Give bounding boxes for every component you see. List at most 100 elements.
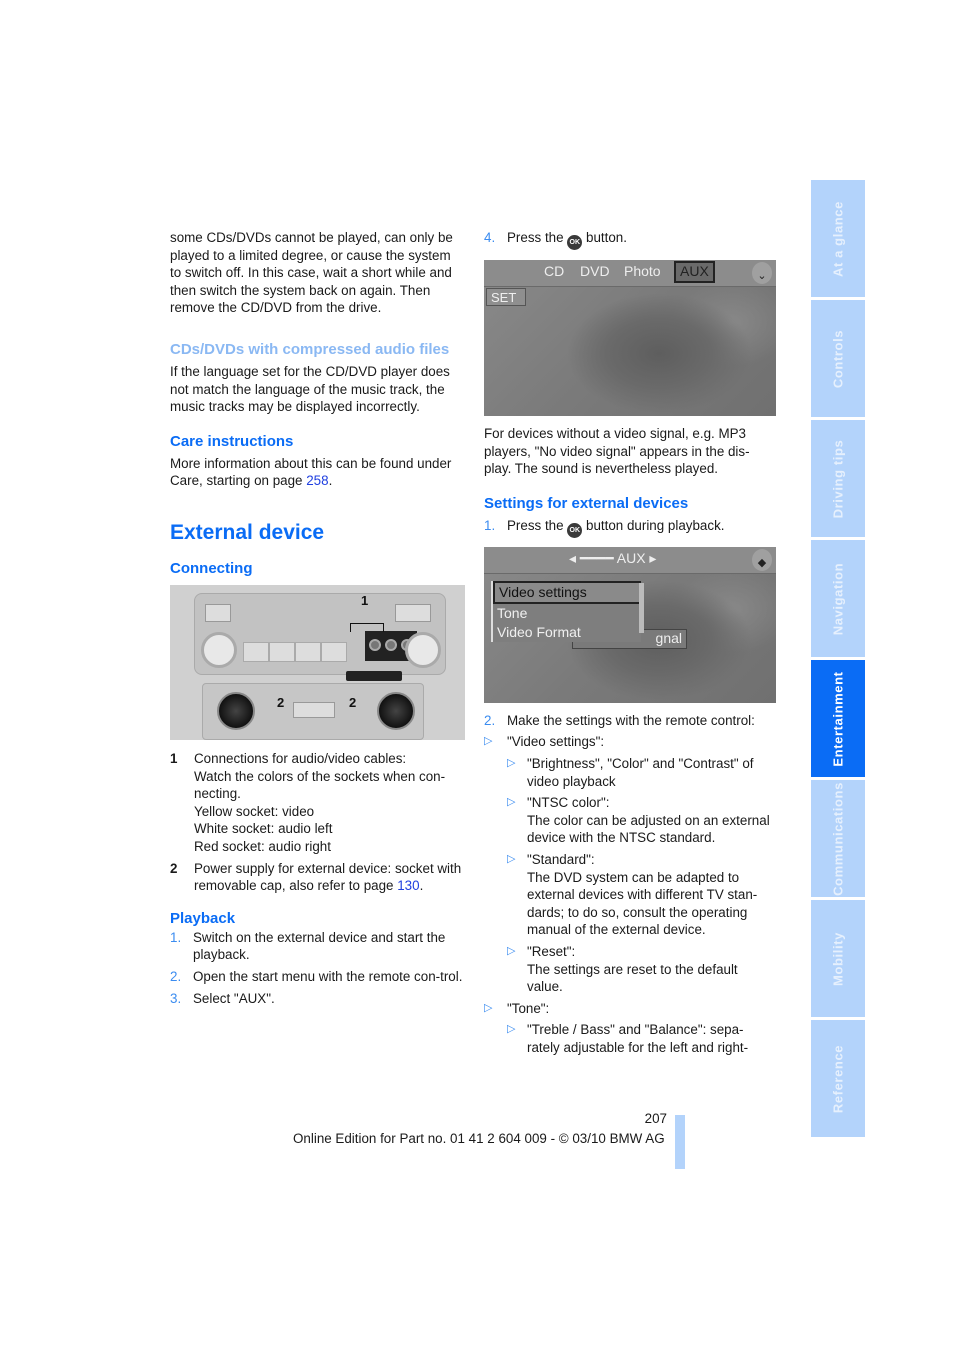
chapter-tab-label: Controls <box>830 329 846 388</box>
settings-step-1: 1. Press the OK button during playback. <box>484 517 776 538</box>
chapter-tab-label: Communications <box>830 781 846 896</box>
chapter-tab-mobility[interactable]: Mobility <box>811 900 865 1017</box>
legend-line: Red socket: audio right <box>194 838 331 854</box>
step-text: Open the start menu with the remote con-… <box>193 968 463 984</box>
radio-panel <box>194 593 446 675</box>
screen-menu: Video settings Tone Video Format <box>491 580 641 642</box>
right-column: 4. Press the OK button. CD DVD Photo AUX… <box>484 229 776 1060</box>
callout-1-bracket <box>350 623 384 632</box>
sub-bullet-title: "Standard": <box>527 851 595 867</box>
power-socket-right <box>377 692 415 730</box>
aux-settings-screenshot: ◂ ━━━━ AUX ▸ ◆ gnal Video settings Tone … <box>484 546 776 703</box>
step-number: 3. <box>170 990 182 1006</box>
screen-tab-dvd: DVD <box>580 263 610 279</box>
power-socket-panel <box>202 683 424 740</box>
page-link-258[interactable]: 258 <box>306 473 328 488</box>
care-text-end: . <box>328 473 333 489</box>
step-text: Press the <box>507 230 568 245</box>
screen-scrollbar <box>639 582 644 633</box>
bullet-video-settings: ▷ "Video settings": <box>484 733 776 751</box>
bullet-text: "Tone": <box>507 1000 550 1016</box>
screen-title-bar: ◂ ━━━━ AUX ▸ ◆ <box>484 546 776 574</box>
eject-button <box>205 604 231 622</box>
audio-left-socket <box>385 639 397 651</box>
sub-bullet-desc: The settings are reset to the default va… <box>527 961 738 995</box>
legend-line: Yellow socket: video <box>194 803 315 819</box>
chapter-tab-controls[interactable]: Controls <box>811 300 865 417</box>
no-video-signal-text: For devices without a video signal, e.g.… <box>484 426 750 477</box>
chapter-tab-navigation[interactable]: Navigation <box>811 540 865 657</box>
legend-line: Connections for audio/video cables: <box>194 751 407 766</box>
triangle-bullet-icon: ▷ <box>507 852 516 865</box>
volume-knob <box>201 632 237 668</box>
chapter-tab-label: At a glance <box>830 200 846 277</box>
page-link-130[interactable]: 130 <box>397 878 419 893</box>
sub-bullet: ▷ "Reset": The settings are reset to the… <box>507 943 776 996</box>
playback-step: 2. Open the start menu with the remote c… <box>170 968 465 986</box>
chapter-tab-label: Reference <box>830 1044 846 1113</box>
screen-title-text: AUX <box>616 549 646 566</box>
triangle-bullet-icon: ▷ <box>507 756 516 769</box>
sub-bullet: ▷ "NTSC color": The color can be adjuste… <box>507 794 776 847</box>
chapter-tab-label: Navigation <box>830 562 846 635</box>
triangle-bullet-icon: ▷ <box>507 796 516 809</box>
step-text: Switch on the external device and start … <box>193 929 446 963</box>
sub-bullet-desc: The DVD system can be adapted to externa… <box>527 869 758 938</box>
aux-menu-screenshot: CD DVD Photo AUX ⌄ SET <box>484 260 776 416</box>
triangle-bullet-icon: ▷ <box>484 1001 493 1014</box>
center-switch <box>293 702 335 718</box>
screen-set-button: SET <box>486 288 526 306</box>
screen-tab-aux: AUX <box>674 261 715 283</box>
edition-footer: Online Edition for Part no. 01 41 2 604 … <box>293 1131 665 1146</box>
stop-button <box>269 642 295 662</box>
tune-knob <box>405 632 441 668</box>
chapter-tab-entertainment[interactable]: Entertainment <box>811 660 865 777</box>
ok-button-icon: OK <box>567 235 583 250</box>
step-text: Press the <box>507 517 568 533</box>
care-instructions-heading: Care instructions <box>170 432 294 450</box>
radio-connections-figure: 1 2 2 <box>170 585 465 740</box>
bullet-tone: ▷ "Tone": <box>484 1000 776 1018</box>
playback-step: 3. Select "AUX". <box>170 990 465 1008</box>
settings-step-2: 2. Make the settings with the remote con… <box>484 712 776 730</box>
step-text: Make the settings with the remote contro… <box>507 712 755 728</box>
callout-1: 1 <box>361 593 369 608</box>
controller-icon: ◆ <box>752 548 772 571</box>
screen-menu-item: Tone <box>497 604 528 621</box>
next-button <box>321 642 347 662</box>
ok-button-icon: OK <box>567 522 583 538</box>
screen-menu-item: Video Format <box>497 623 581 640</box>
section-title: External device <box>170 520 325 544</box>
legend-text-end: . <box>419 878 424 894</box>
chapter-tab-driving-tips[interactable]: Driving tips <box>811 420 865 537</box>
triangle-bullet-icon: ▷ <box>507 1023 516 1036</box>
connecting-heading: Connecting <box>170 559 253 577</box>
step-number: 2. <box>484 712 496 728</box>
chapter-tab-communications[interactable]: Communications <box>811 780 865 897</box>
sub-bullet-desc: The color can be adjusted on an external… <box>527 812 770 846</box>
step-4: 4. Press the OK button. <box>484 229 776 250</box>
triangle-bullet-icon: ▷ <box>484 735 493 748</box>
sub-bullet-title: "NTSC color": <box>527 795 610 811</box>
screen-tab-photo: Photo <box>624 263 661 279</box>
screen-title: ◂ ━━━━ AUX ▸ <box>569 549 657 566</box>
compressed-audio-text: If the language set for the CD/DVD playe… <box>170 363 450 415</box>
step-number: 1. <box>484 517 496 533</box>
chapter-tab-label: Mobility <box>830 931 846 986</box>
callout-2-right: 2 <box>349 695 357 710</box>
sub-bullet: ▷ "Treble / Bass" and "Balance": sepa-ra… <box>507 1021 776 1056</box>
playback-step: 1. Switch on the external device and sta… <box>170 929 465 964</box>
socket-cover <box>346 671 402 681</box>
sub-bullet-title: "Reset": <box>527 943 576 959</box>
step-text-end: button. <box>582 230 627 245</box>
video-socket <box>369 639 381 651</box>
step-text: Select "AUX". <box>193 990 275 1006</box>
legend-line: White socket: audio left <box>194 821 333 837</box>
triangle-bullet-icon: ▷ <box>507 944 516 957</box>
chapter-tab-reference[interactable]: Reference <box>811 1020 865 1137</box>
disc-button <box>395 604 431 622</box>
sub-bullet-title: "Treble / Bass" and "Balance": sepa-rate… <box>527 1022 749 1055</box>
chapter-tab-label: Driving tips <box>830 439 846 518</box>
playback-heading: Playback <box>170 909 236 927</box>
chapter-tab-at-a-glance[interactable]: At a glance <box>811 180 865 297</box>
